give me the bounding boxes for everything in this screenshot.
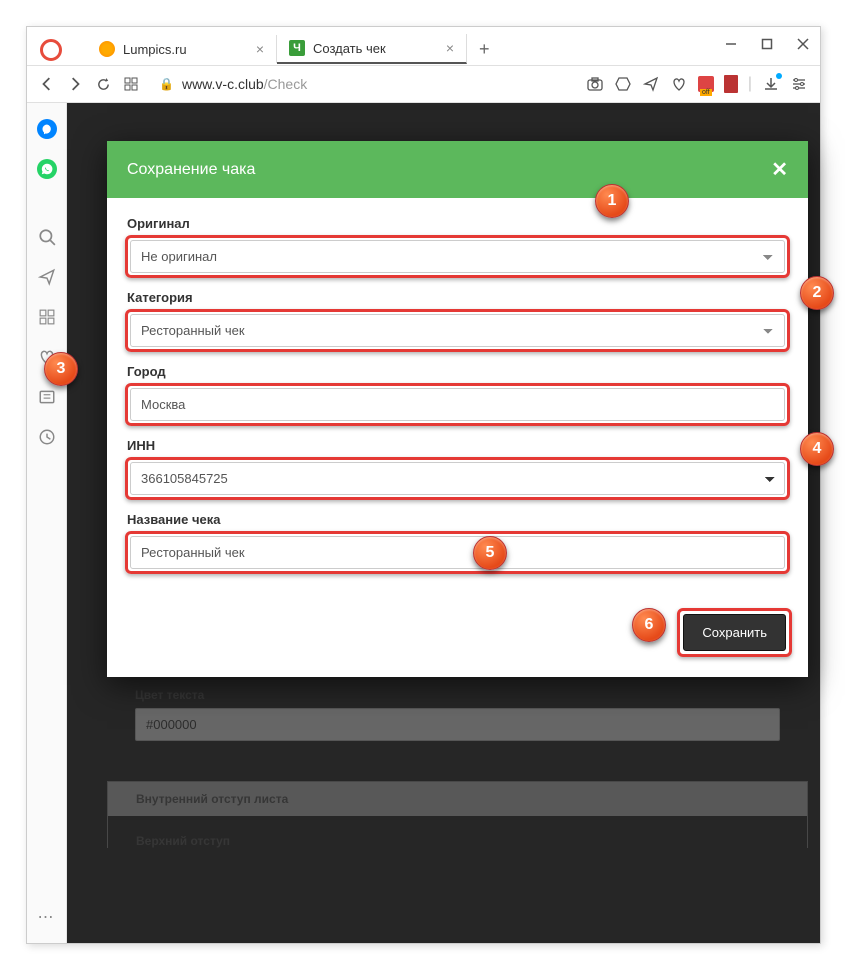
snapshot-icon[interactable] [586,75,604,93]
annotation-marker-6: 6 [632,608,666,642]
window-close-button[interactable] [796,37,810,51]
original-label: Оригинал [127,216,788,231]
history-icon[interactable] [37,427,57,447]
category-select[interactable]: Ресторанный чек [130,314,785,347]
tab-close-icon[interactable]: × [446,40,454,56]
easy-setup-icon[interactable] [790,75,808,93]
tab-strip: Lumpics.ru × Ч Создать чек × + [27,27,820,65]
annotation-marker-5: 5 [473,536,507,570]
lock-icon: 🔒 [159,77,174,91]
annotation-marker-1: 1 [595,184,629,218]
reload-button[interactable] [95,76,111,92]
speed-dial-button[interactable] [123,76,139,92]
tab-lumpics[interactable]: Lumpics.ru × [87,35,277,63]
city-label: Город [127,364,788,379]
search-icon[interactable] [37,227,57,247]
save-button[interactable]: Сохранить [683,614,786,651]
annotation-marker-2: 2 [800,276,834,310]
window-controls [724,37,810,51]
messenger-icon[interactable] [37,119,57,139]
modal-footer: Сохранить [107,596,808,677]
annotation-marker-3: 3 [44,352,78,386]
modal-header: Сохранение чака ✕ [107,141,808,198]
save-check-modal: Сохранение чака ✕ Оригинал Не оригинал К… [107,141,808,677]
browser-window: Lumpics.ru × Ч Создать чек × + 🔒 www.v-c… [26,26,821,944]
tab-title: Lumpics.ru [123,42,248,57]
maximize-button[interactable] [760,37,774,51]
tab-close-icon[interactable]: × [256,41,264,57]
sidebar: ⋯ [27,103,67,943]
flow-icon[interactable] [37,267,57,287]
toolbar-icons: | [586,75,808,93]
lumpics-favicon-icon [99,41,115,57]
forward-button[interactable] [67,76,83,92]
send-icon[interactable] [642,75,660,93]
tab-title: Создать чек [313,41,438,56]
tab-create-check[interactable]: Ч Создать чек × [277,34,467,64]
address-bar: 🔒 www.v-c.club/Check | [27,65,820,103]
vc-favicon-icon: Ч [289,40,305,56]
annotation-marker-4: 4 [800,432,834,466]
check-name-input[interactable] [130,536,785,569]
speed-dial-sidebar-icon[interactable] [37,307,57,327]
downloads-icon[interactable] [762,75,780,93]
minimize-button[interactable] [724,37,738,51]
modal-close-icon[interactable]: ✕ [771,157,788,182]
sidebar-more-icon[interactable]: ⋯ [38,907,56,943]
new-tab-button[interactable]: + [467,39,502,60]
inn-label: ИНН [127,438,788,453]
url-field[interactable]: 🔒 www.v-c.club/Check [151,76,574,92]
page-content: Отступ текста Цвет текста Внутренний отс… [67,103,820,943]
modal-body: Оригинал Не оригинал Категория Ресторанн… [107,198,808,596]
back-button[interactable] [39,76,55,92]
category-label: Категория [127,290,788,305]
check-name-label: Название чека [127,512,788,527]
extension1-icon[interactable] [698,76,714,92]
adblock-icon[interactable] [614,75,632,93]
whatsapp-icon[interactable] [37,159,57,179]
modal-title: Сохранение чака [127,161,255,179]
opera-logo-icon[interactable] [40,39,62,61]
url-text: www.v-c.club/Check [182,76,307,92]
city-input[interactable] [130,388,785,421]
inn-input[interactable] [130,462,785,495]
original-select[interactable]: Не оригинал [130,240,785,273]
extension2-icon[interactable] [724,75,738,93]
heart-icon[interactable] [670,75,688,93]
news-icon[interactable] [37,387,57,407]
